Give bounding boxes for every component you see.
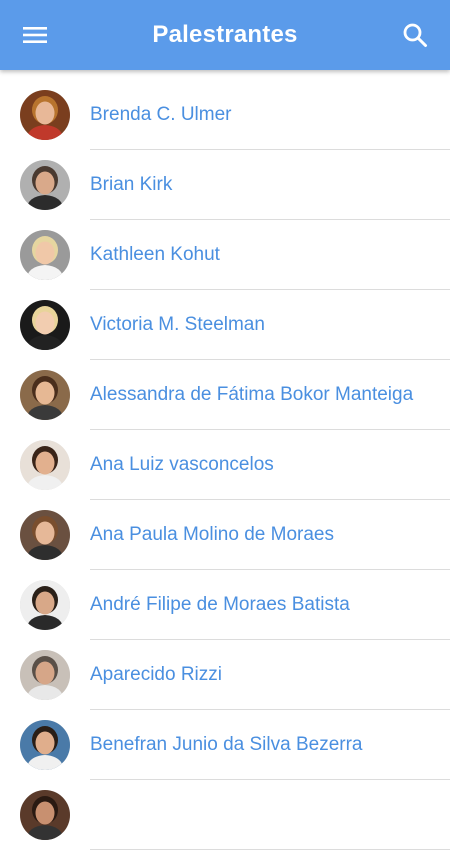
speaker-avatar — [20, 440, 70, 490]
speaker-list-item[interactable]: Victoria M. Steelman — [0, 290, 450, 360]
speaker-list-item[interactable] — [0, 780, 450, 850]
speaker-avatar — [20, 90, 70, 140]
speaker-avatar — [20, 300, 70, 350]
speaker-avatar — [20, 580, 70, 630]
speaker-list-item[interactable]: Ana Paula Molino de Moraes — [0, 500, 450, 570]
speaker-list-item[interactable]: Aparecido Rizzi — [0, 640, 450, 710]
speaker-name: Benefran Junio da Silva Bezerra — [90, 734, 363, 755]
speaker-avatar — [20, 510, 70, 560]
speaker-name: Brian Kirk — [90, 174, 173, 195]
speaker-name: Kathleen Kohut — [90, 244, 220, 265]
speaker-avatar — [20, 370, 70, 420]
speaker-avatar — [20, 720, 70, 770]
speaker-name: André Filipe de Moraes Batista — [90, 594, 350, 615]
speaker-avatar — [20, 230, 70, 280]
speaker-list-item[interactable]: Brian Kirk — [0, 150, 450, 220]
speaker-name: Aparecido Rizzi — [90, 664, 222, 685]
speaker-name: Ana Luiz vasconcelos — [90, 454, 274, 475]
speaker-name: Alessandra de Fátima Bokor Manteiga — [90, 384, 414, 405]
speaker-list-item[interactable]: Alessandra de Fátima Bokor Manteiga — [0, 360, 450, 430]
speaker-list: Brenda C. Ulmer Brian Kirk Kathleen Kohut V… — [0, 80, 450, 850]
speaker-list-item[interactable]: Kathleen Kohut — [0, 220, 450, 290]
speaker-avatar — [20, 790, 70, 840]
speaker-list-item[interactable]: André Filipe de Moraes Batista — [0, 570, 450, 640]
speaker-name: Ana Paula Molino de Moraes — [90, 524, 334, 545]
speaker-avatar — [20, 160, 70, 210]
speaker-list-item[interactable]: Brenda C. Ulmer — [0, 80, 450, 150]
app-bar: Palestrantes — [0, 0, 450, 70]
speaker-list-item[interactable]: Benefran Junio da Silva Bezerra — [0, 710, 450, 780]
search-button[interactable] — [394, 15, 436, 55]
search-icon — [403, 23, 427, 47]
speaker-name — [90, 780, 440, 850]
speaker-name: Brenda C. Ulmer — [90, 104, 232, 125]
speaker-list-item[interactable]: Ana Luiz vasconcelos — [0, 430, 450, 500]
speaker-avatar — [20, 650, 70, 700]
page-title: Palestrantes — [152, 21, 298, 48]
speaker-name: Victoria M. Steelman — [90, 314, 265, 335]
